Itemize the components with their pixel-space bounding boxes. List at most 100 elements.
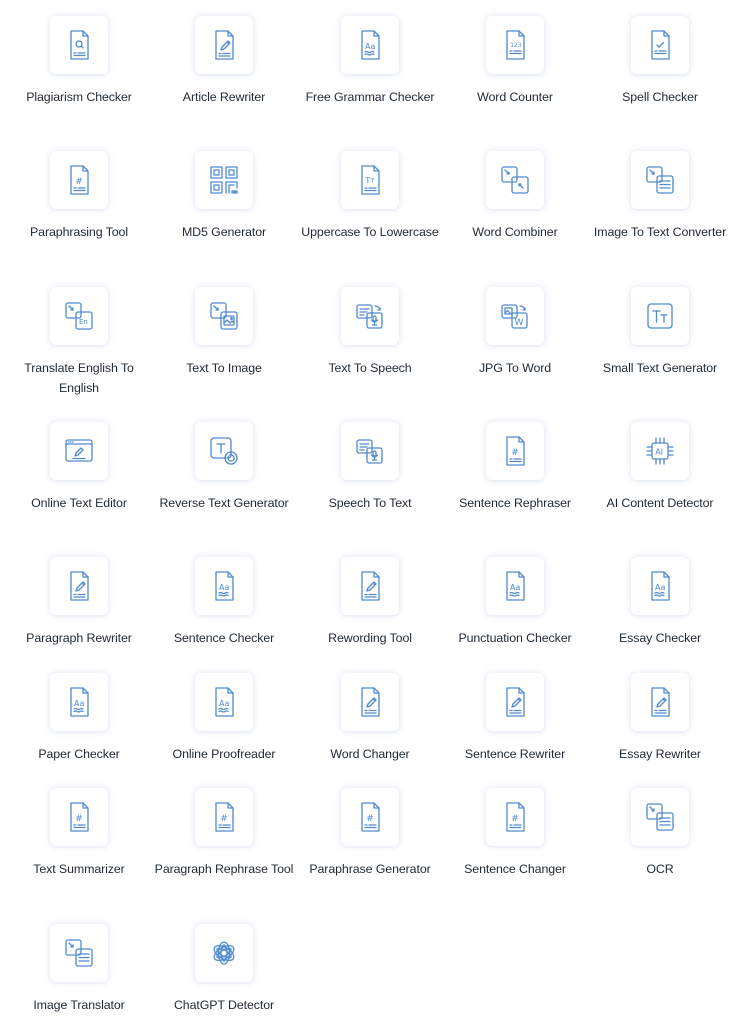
tool-label: Sentence Rewriter — [464, 747, 566, 761]
tool-link-online-proofreader[interactable]: Aa Online Proofreader — [152, 673, 297, 764]
tool-link-free-grammar-checker[interactable]: Aa Free Grammar Checker — [298, 16, 443, 107]
tool-label: Paragraph Rephrase Tool — [154, 862, 294, 876]
doc-search-icon — [70, 30, 89, 60]
doc-hash-icon: # — [506, 436, 525, 466]
tool-link-translate-english-to-english[interactable]: En Translate English To English — [7, 287, 152, 398]
tool-link-essay-rewriter[interactable]: Essay Rewriter — [588, 673, 733, 764]
tool-icon-card — [341, 673, 399, 731]
tool-link-sentence-rephraser[interactable]: # Sentence Rephraser — [443, 422, 588, 513]
tool-icon-card — [486, 151, 544, 209]
doc-aa-icon: Aa — [215, 687, 234, 717]
tool-link-word-counter[interactable]: 123 Word Counter — [443, 16, 588, 107]
tool-link-spell-checker[interactable]: Spell Checker — [588, 16, 733, 107]
doc-hash-icon: # — [70, 165, 89, 195]
tool-link-reverse-text-generator[interactable]: Reverse Text Generator — [152, 422, 297, 513]
tool-label: Sentence Changer — [464, 862, 566, 876]
tool-link-paragraph-rewriter[interactable]: Paragraph Rewriter — [7, 557, 152, 648]
tool-link-article-rewriter[interactable]: Article Rewriter — [152, 16, 297, 107]
doc-pencil-icon — [215, 30, 234, 60]
tool-icon-card — [195, 422, 253, 480]
tool-link-punctuation-checker[interactable]: Aa Punctuation Checker — [443, 557, 588, 648]
tool-icon-card: 123 — [486, 16, 544, 74]
tool-link-essay-checker[interactable]: Aa Essay Checker — [588, 557, 733, 648]
tool-icon-card — [341, 287, 399, 345]
doc-pencil-icon — [361, 687, 380, 717]
tool-link-small-text-generator[interactable]: Small Text Generator — [588, 287, 733, 378]
tool-icon-card: # — [341, 788, 399, 846]
tool-link-online-text-editor[interactable]: Online Text Editor — [7, 422, 152, 513]
tool-link-image-translator[interactable]: Image Translator — [7, 924, 152, 1015]
doc-pencil-icon — [70, 571, 89, 601]
tool-link-image-to-text-converter[interactable]: Image To Text Converter — [588, 151, 733, 242]
convert-en-icon: En — [65, 302, 93, 330]
tool-label: Paper Checker — [38, 747, 120, 761]
tool-icon-card: AI — [631, 422, 689, 480]
tool-link-sentence-rewriter[interactable]: Sentence Rewriter — [443, 673, 588, 764]
box-tt-icon — [647, 303, 673, 329]
tool-link-sentence-changer[interactable]: # Sentence Changer — [443, 788, 588, 879]
tool-link-speech-to-text[interactable]: Speech To Text — [298, 422, 443, 513]
svg-text:#: # — [511, 814, 519, 824]
tool-link-paragraph-rephrase-tool[interactable]: # Paragraph Rephrase Tool — [152, 788, 297, 879]
tool-link-text-to-image[interactable]: Text To Image — [152, 287, 297, 378]
tool-link-rewording-tool[interactable]: Rewording Tool — [298, 557, 443, 648]
text-speech-icon — [356, 304, 383, 329]
tool-icon-card: Aa — [50, 673, 108, 731]
svg-text:Aa: Aa — [219, 583, 229, 592]
tool-icon-card — [50, 557, 108, 615]
tool-icon-card — [631, 287, 689, 345]
svg-text:#: # — [220, 814, 228, 824]
tool-icon-card: Aa — [341, 16, 399, 74]
svg-text:Aa: Aa — [510, 583, 520, 592]
tool-label: Small Text Generator — [602, 361, 718, 375]
tool-link-md5-generator[interactable]: MD5 Generator — [152, 151, 297, 242]
tool-link-chatgpt-detector[interactable]: ChatGPT Detector — [152, 924, 297, 1015]
doc-pencil-icon — [651, 687, 670, 717]
tool-link-text-summarizer[interactable]: # Text Summarizer — [7, 788, 152, 879]
tool-icon-card: # — [50, 788, 108, 846]
doc-aa-icon: Aa — [361, 30, 380, 60]
tool-label: Paraphrase Generator — [309, 862, 431, 876]
tool-label: Essay Checker — [618, 631, 702, 645]
tool-link-ai-content-detector[interactable]: AI AI Content Detector — [588, 422, 733, 513]
doc-aa-icon: Aa — [70, 687, 89, 717]
tool-link-jpg-to-word[interactable]: W JPG To Word — [443, 287, 588, 378]
tool-label: Plagiarism Checker — [26, 90, 132, 104]
tool-link-ocr[interactable]: OCR — [588, 788, 733, 879]
speech-text-icon — [356, 439, 383, 464]
tool-link-word-combiner[interactable]: Word Combiner — [443, 151, 588, 242]
tool-link-uppercase-to-lowercase[interactable]: Tт Uppercase To Lowercase — [298, 151, 443, 242]
svg-text:#: # — [511, 448, 519, 458]
tool-icon-card — [341, 557, 399, 615]
convert-text-icon — [646, 803, 674, 831]
tool-label: JPG To Word — [478, 361, 552, 375]
tool-icon-card — [631, 673, 689, 731]
svg-text:123: 123 — [510, 43, 521, 49]
tool-link-paraphrasing-tool[interactable]: # Paraphrasing Tool — [7, 151, 152, 242]
tool-link-text-to-speech[interactable]: Text To Speech — [298, 287, 443, 378]
tool-icon-card — [195, 151, 253, 209]
tool-link-paraphrase-generator[interactable]: # Paraphrase Generator — [298, 788, 443, 879]
tool-link-word-changer[interactable]: Word Changer — [298, 673, 443, 764]
tool-label: Article Rewriter — [182, 90, 266, 104]
tool-icon-card — [50, 16, 108, 74]
tool-link-sentence-checker[interactable]: Aa Sentence Checker — [152, 557, 297, 648]
tool-link-plagiarism-checker[interactable]: Plagiarism Checker — [7, 16, 152, 107]
ai-chip-icon: AI — [646, 437, 674, 465]
tool-icon-card — [341, 422, 399, 480]
svg-text:#: # — [75, 814, 83, 824]
tool-icon-card: Tт — [341, 151, 399, 209]
browser-pencil-icon — [65, 439, 93, 462]
doc-pencil-icon — [506, 687, 525, 717]
tool-label: Paraphrasing Tool — [30, 225, 128, 239]
tool-label: Sentence Rephraser — [459, 496, 571, 510]
doc-hash-icon: # — [70, 802, 89, 832]
qr-code-icon — [210, 166, 238, 194]
tool-link-paper-checker[interactable]: Aa Paper Checker — [7, 673, 152, 764]
tool-label: Image Translator — [33, 998, 125, 1012]
tool-icon-card — [631, 151, 689, 209]
tool-label: AI Content Detector — [606, 496, 714, 510]
tool-icon-card — [50, 924, 108, 982]
tool-icon-card — [195, 924, 253, 982]
tool-icon-card — [486, 673, 544, 731]
